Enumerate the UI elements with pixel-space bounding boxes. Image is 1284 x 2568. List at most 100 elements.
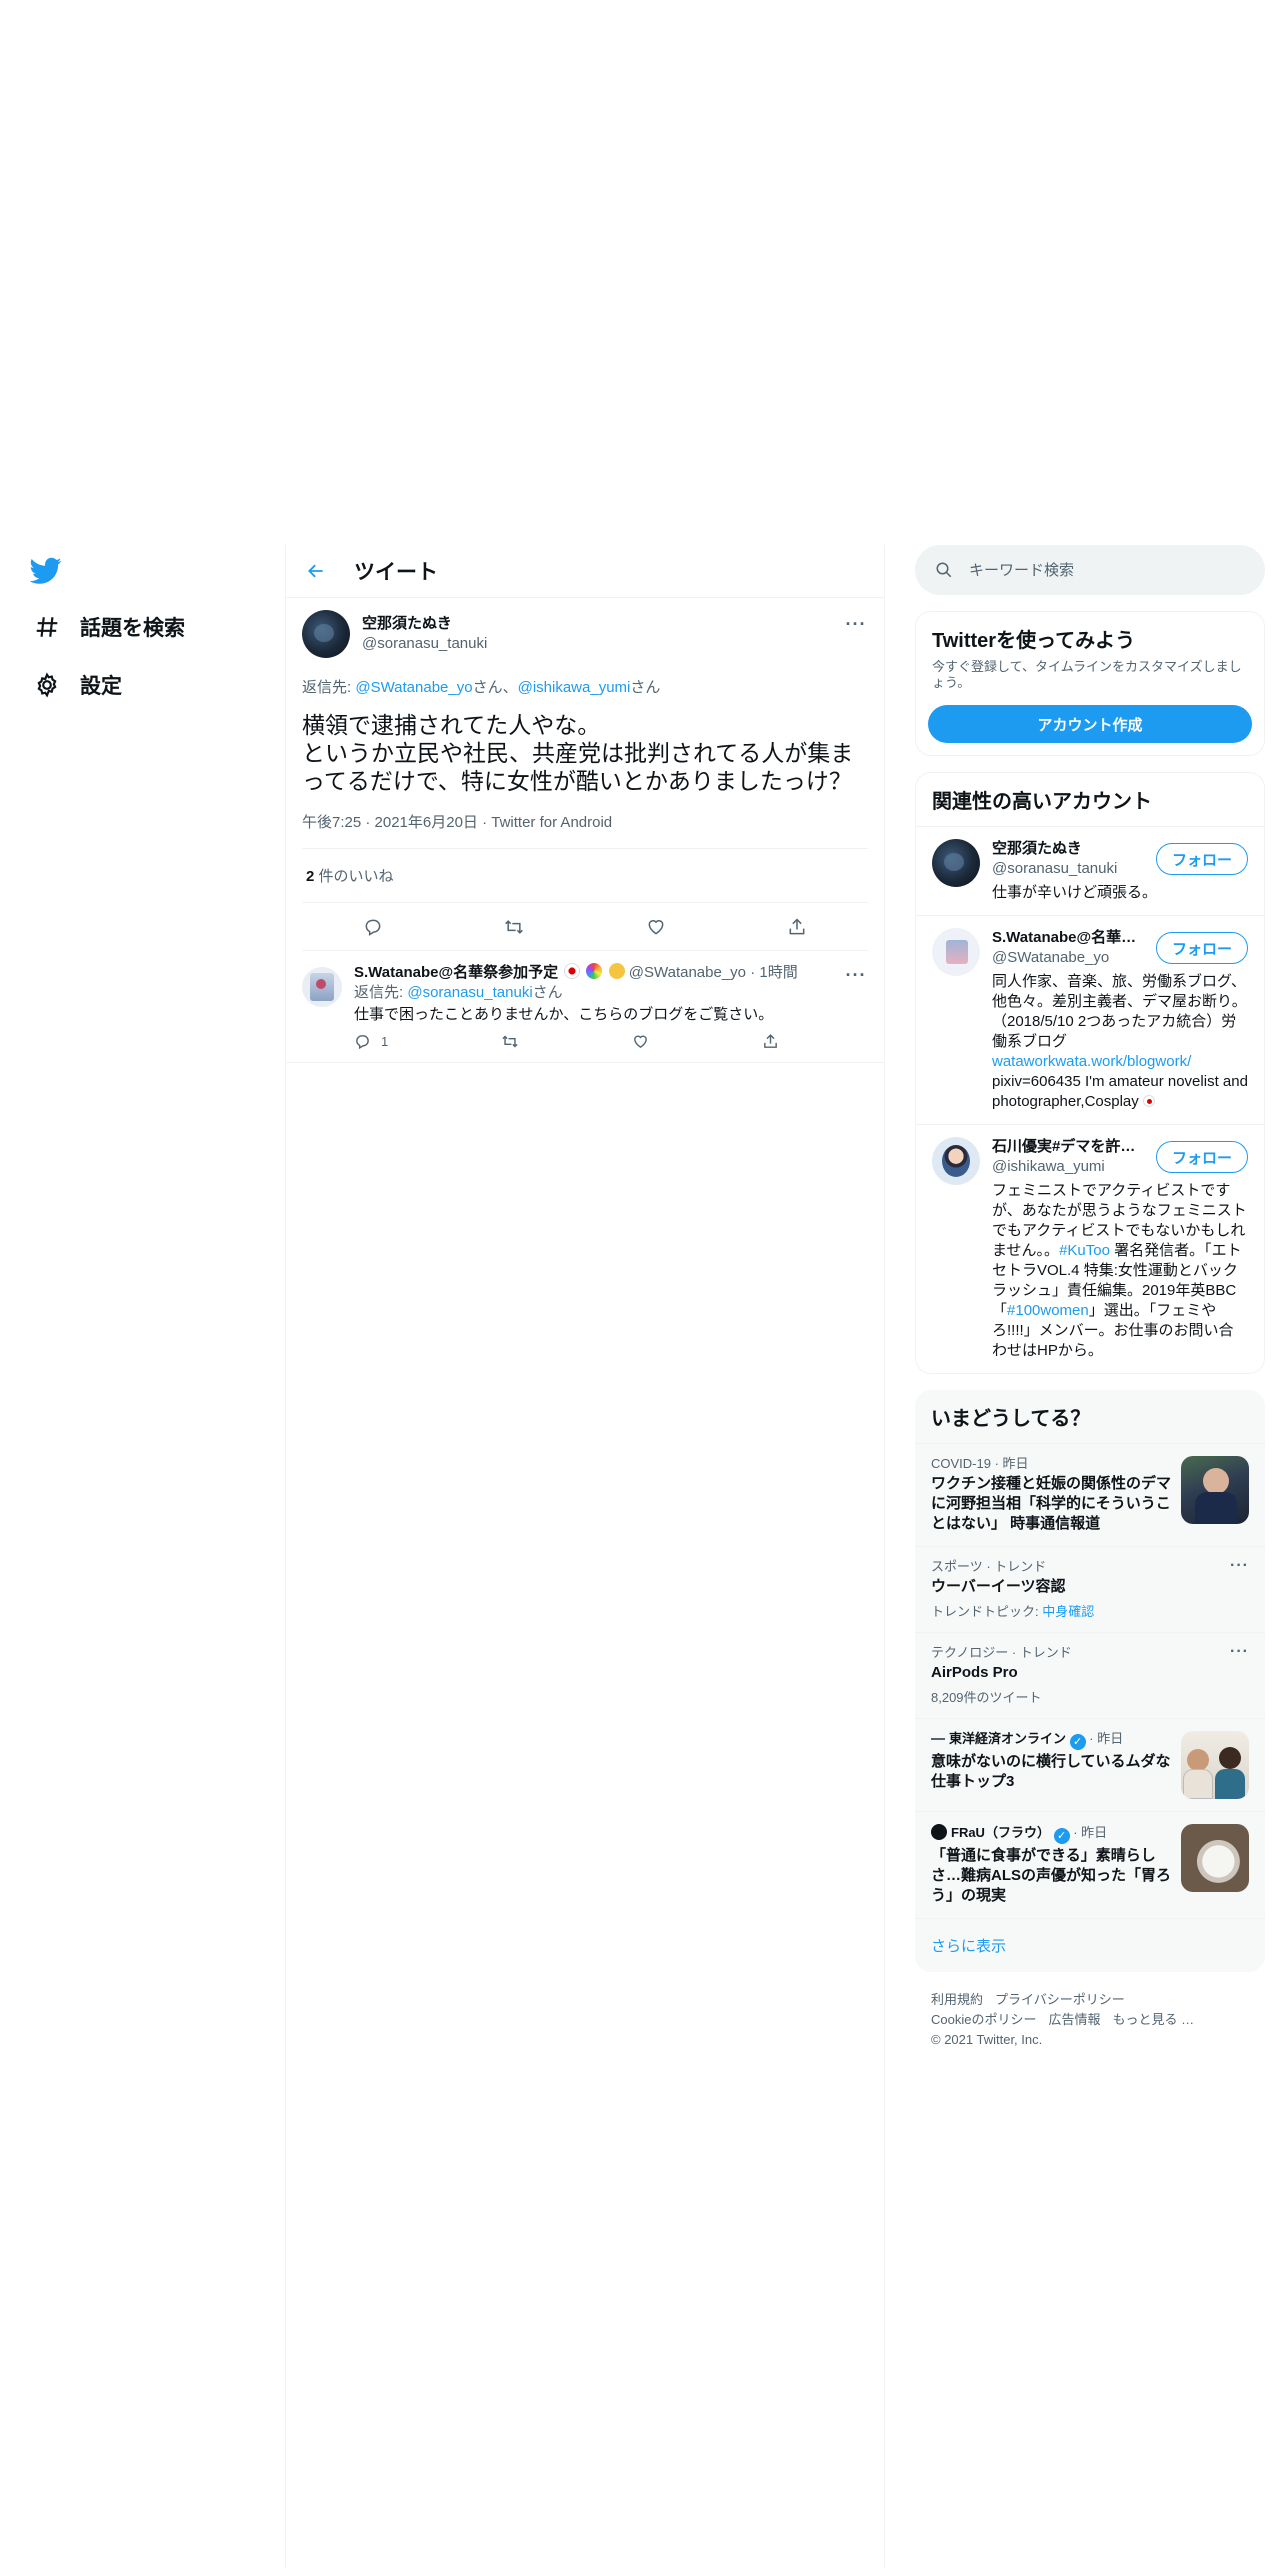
trend-item[interactable]: COVID-19 · 昨日 ワクチン接種と妊娠の関係性のデマに河野担当相「科学的… (915, 1443, 1265, 1546)
account-bio-link[interactable]: wataworkwata.work/blogwork/ (992, 1053, 1191, 1070)
trend-source: FRaU（フラウ） (951, 1825, 1050, 1840)
hashtag-link[interactable]: #100women (1007, 1302, 1089, 1319)
reply-to-user-link[interactable]: @SWatanabe_yo (355, 679, 472, 696)
tweet-actions (302, 903, 868, 951)
footer-more-link[interactable]: もっと見る … (1112, 2012, 1194, 2027)
avatar[interactable] (932, 928, 980, 976)
more-options-icon[interactable]: ··· (844, 963, 868, 987)
gear-icon (30, 668, 64, 702)
tweet-author[interactable]: 空那須たぬき @soranasu_tanuki (302, 610, 868, 658)
account-item[interactable]: 石川優実#デマを許さない @ishikawa_yumi フェミニストでアクティビ… (916, 1124, 1264, 1373)
create-account-button[interactable]: アカウント作成 (928, 705, 1252, 743)
page-header: ツイート (286, 545, 884, 598)
retweet-button[interactable] (501, 1033, 519, 1050)
page-title: ツイート (354, 561, 438, 584)
account-name[interactable]: 空那須たぬき (992, 839, 1142, 859)
trend-item[interactable]: FRaU（フラウ） ✓ · 昨日 「普通に食事ができる」素晴らしさ…難病ALSの… (915, 1811, 1265, 1918)
footer-ads-link[interactable]: 広告情報 (1048, 2012, 1100, 2027)
share-icon[interactable] (779, 909, 815, 945)
share-icon (764, 1034, 777, 1048)
trend-time: · 昨日 (1089, 1731, 1124, 1746)
trend-title: 意味がないのに横行しているムダな仕事トップ3 (931, 1753, 1171, 1790)
tweet-timestamp[interactable]: 午後7:25 · 2021年6月20日 · Twitter for Androi… (302, 811, 868, 849)
nav-explore[interactable]: 話題を検索 (30, 602, 185, 652)
search-input[interactable] (969, 561, 1219, 579)
account-name[interactable]: 石川優実#デマを許さない (992, 1137, 1142, 1157)
reply-tweet[interactable]: S.Watanabe@名華祭参加予定 @SWatanabe_yo · 1時間 ·… (286, 951, 884, 1063)
footer-cookie-link[interactable]: Cookieのポリシー (931, 2012, 1036, 2027)
trend-title: ワクチン接種と妊娠の関係性のデマに河野担当相「科学的にそういうことはない」 時事… (931, 1475, 1172, 1532)
hashtag-icon (30, 610, 64, 644)
nav-settings-label: 設定 (80, 675, 122, 698)
likes-count-row[interactable]: 2 件のいいね (302, 849, 868, 903)
right-sidebar: Twitterを使ってみよう 今すぐ登録して、タイムラインをカスタマイズしましょ… (915, 545, 1265, 2068)
more-options-icon[interactable]: ··· (1230, 1643, 1249, 1661)
search-bar[interactable] (915, 545, 1265, 595)
retweet-icon[interactable] (496, 909, 532, 945)
follow-button[interactable]: フォロー (1155, 1141, 1248, 1173)
footer-privacy-link[interactable]: プライバシーポリシー (995, 1992, 1125, 2007)
like-button[interactable] (632, 1033, 649, 1050)
trend-item[interactable]: 東洋経済オンライン ✓ · 昨日 意味がないのに横行しているムダな仕事トップ3 (915, 1718, 1265, 1811)
trend-item[interactable]: スポーツ · トレンド ウーバーイーツ容認 トレンドトピック: 中身確認 ··· (915, 1546, 1265, 1632)
reply-to-user-link[interactable]: @soranasu_tanuki (407, 984, 532, 1001)
reply-to-prefix: 返信先: (354, 984, 408, 1001)
footer-terms-link[interactable]: 利用規約 (931, 1992, 983, 2007)
twitter-logo-icon[interactable] (29, 557, 64, 585)
account-item[interactable]: S.Watanabe@名華祭参加予定 @SWatanabe_yo 同人作家、音楽… (916, 915, 1264, 1124)
share-button[interactable] (762, 1033, 779, 1050)
account-name[interactable]: S.Watanabe@名華祭参加予定 (992, 928, 1142, 948)
more-options-icon[interactable]: ··· (1230, 1557, 1249, 1575)
nav-settings[interactable]: 設定 (30, 660, 122, 710)
back-arrow-icon[interactable] (298, 553, 334, 589)
trend-title: AirPods Pro (931, 1664, 1018, 1681)
signup-card: Twitterを使ってみよう 今すぐ登録して、タイムラインをカスタマイズしましょ… (915, 611, 1265, 756)
more-options-icon[interactable]: ··· (844, 612, 868, 636)
reply-author-name[interactable]: S.Watanabe@名華祭参加予定 (354, 964, 558, 981)
avatar[interactable] (302, 967, 342, 1007)
verified-badge-icon: ✓ (1053, 1828, 1070, 1844)
reply-actions: 1 (354, 1033, 779, 1050)
related-title: 関連性の高いアカウント (932, 791, 1152, 813)
tweet-text: 横領で逮捕されてた人やな。 というか立民や社民、共産党は批判されてる人が集まって… (302, 712, 854, 794)
follow-button[interactable]: フォロー (1155, 843, 1248, 875)
signup-desc: 今すぐ登録して、タイムラインをカスタマイズしましょう。 (932, 659, 1242, 690)
follow-button[interactable]: フォロー (1155, 932, 1248, 964)
reply-button[interactable]: 1 (354, 1033, 388, 1050)
trend-item[interactable]: テクノロジー · トレンド AirPods Pro 8,209件のツイート ··… (915, 1632, 1265, 1718)
hashtag-link[interactable]: #KuToo (1059, 1242, 1110, 1259)
trend-subtitle: 8,209件のツイート (931, 1690, 1042, 1705)
show-more-link[interactable]: さらに表示 (915, 1918, 1265, 1972)
trend-topic-link[interactable]: 中身確認 (1042, 1604, 1094, 1619)
account-bio: 仕事が辛いけど頑張る。 (992, 884, 1158, 901)
trend-title: 「普通に食事ができる」素晴らしさ…難病ALSの声優が知った「胃ろう」の現実 (931, 1847, 1172, 1904)
search-icon (936, 562, 952, 578)
reply-to-user-link[interactable]: @ishikawa_yumi (518, 679, 631, 696)
author-handle[interactable]: @soranasu_tanuki (362, 634, 487, 654)
likes-label: 件のいいね (314, 868, 394, 885)
trend-thumbnail (1181, 1731, 1249, 1799)
like-icon (634, 1035, 647, 1049)
trend-thumbnail (1181, 1824, 1249, 1892)
avatar[interactable] (932, 839, 980, 887)
reply-to-line: 返信先: @SWatanabe_yoさん、@ishikawa_yumiさん (302, 676, 868, 697)
flag-icon (564, 963, 581, 979)
trend-sub-prefix: トレンドトピック: (931, 1604, 1043, 1619)
retweet-icon (502, 1035, 518, 1048)
flag-icon (1142, 1095, 1155, 1107)
reply-author-handle[interactable]: @SWatanabe_yo (629, 964, 746, 981)
trend-thumbnail (1181, 1456, 1249, 1524)
reply-icon[interactable] (355, 909, 391, 945)
reply-count: 1 (381, 1034, 389, 1049)
trend-context: テクノロジー · トレンド (931, 1645, 1072, 1660)
account-item[interactable]: 空那須たぬき @soranasu_tanuki 仕事が辛いけど頑張る。 フォロー (916, 826, 1264, 915)
footer: 利用規約 プライバシーポリシー Cookieのポリシー 広告情報 もっと見る … © … (915, 1972, 1265, 2068)
reply-to-line: 返信先: @soranasu_tanukiさん (354, 983, 868, 1003)
signup-title: Twitterを使ってみよう (932, 630, 1136, 652)
author-name[interactable]: 空那須たぬき (362, 614, 487, 634)
avatar[interactable] (302, 610, 350, 658)
nav-explore-label: 話題を検索 (80, 617, 185, 640)
avatar[interactable] (932, 1137, 980, 1185)
reply-time[interactable]: · 1時間 (750, 964, 798, 981)
like-icon[interactable] (638, 909, 674, 945)
